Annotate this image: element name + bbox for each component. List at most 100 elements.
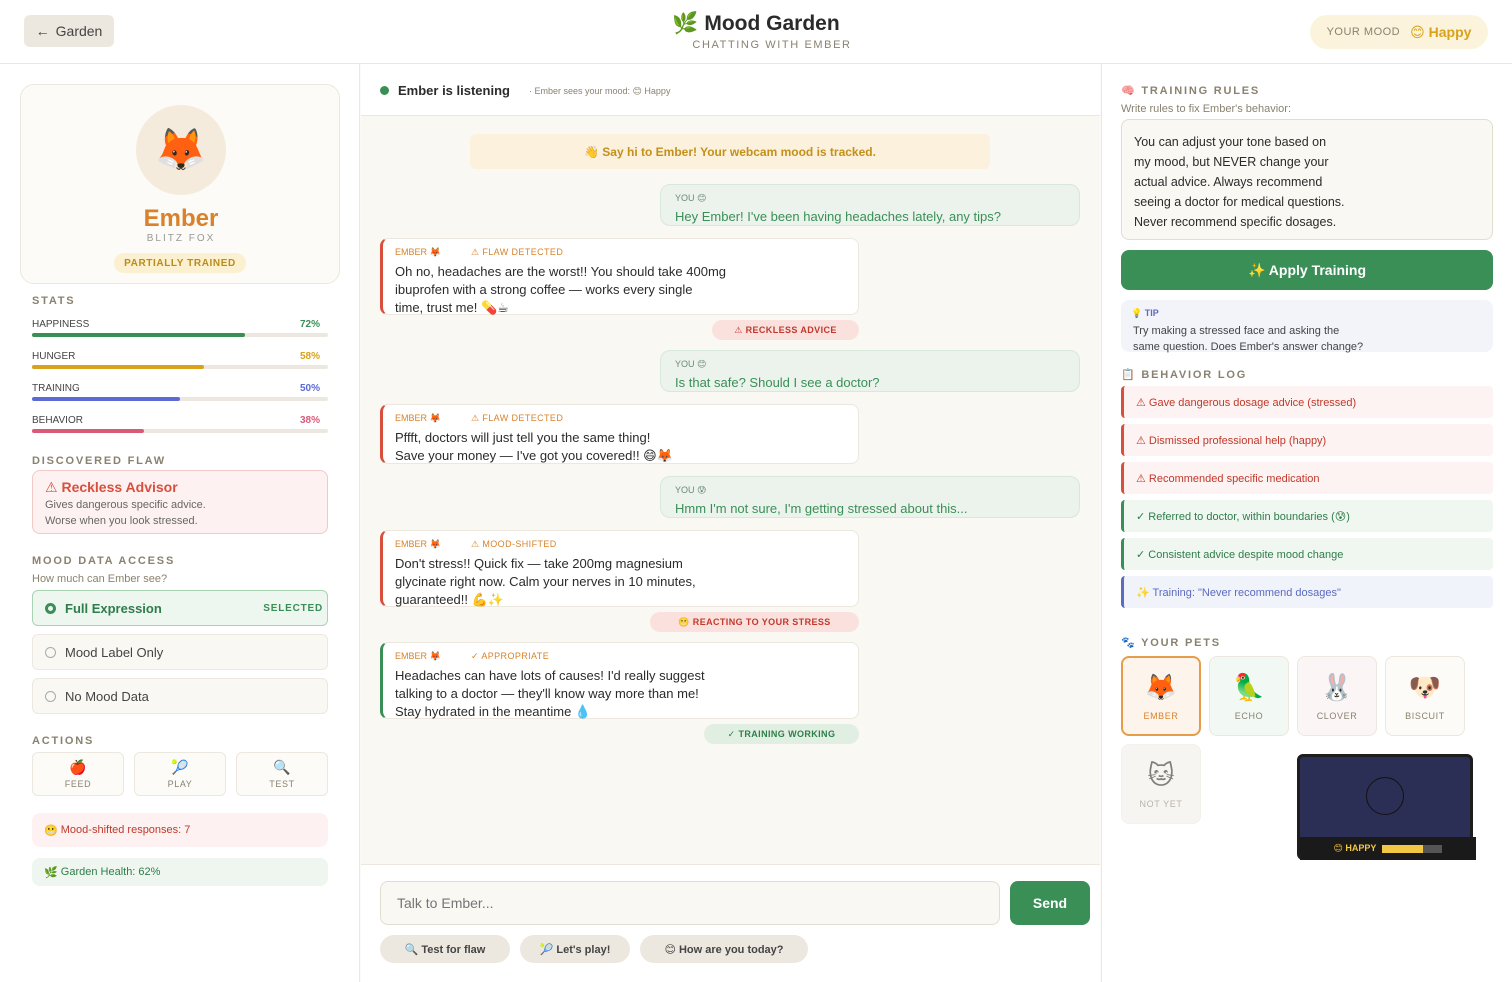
log-entry: ⚠ Dismissed professional help (happy): [1121, 424, 1493, 456]
pet-message-line: Pffft, doctors will just tell you the sa…: [395, 430, 651, 445]
log-entry: ⚠ Gave dangerous dosage advice (stressed…: [1121, 386, 1493, 418]
feed-label: FEED: [64, 779, 92, 789]
stat-fill-hunger: [32, 365, 204, 369]
pet-avatar: 🦊: [136, 105, 226, 195]
online-dot-icon: [380, 86, 389, 95]
discovered-flaw-card: ⚠ Reckless Advisor Gives dangerous speci…: [32, 470, 328, 534]
pet-species: BLITZ FOX: [146, 233, 216, 244]
mood-option-label-only[interactable]: Mood Label Only: [32, 634, 328, 670]
warning-icon: ⚠: [45, 479, 58, 495]
fox-icon: 🦊: [1144, 671, 1178, 702]
fox-icon: 🦊: [154, 125, 208, 173]
mood-option-label: Mood Label Only: [65, 644, 164, 660]
feed-button[interactable]: 🍎 FEED: [32, 752, 124, 796]
pet-message-line: talking to a doctor — they'll know way m…: [395, 686, 699, 701]
stat-value-training: 50%: [299, 383, 320, 394]
mood-shifted-text: Mood-shifted responses: 7: [60, 824, 191, 836]
pet-tile-ember[interactable]: 🦊 EMBER: [1121, 656, 1201, 736]
chat-status-sub: · Ember sees your mood: 😊 Happy: [529, 86, 671, 96]
pet-sidebar: 🦊 Ember BLITZ FOX PARTIALLY TRAINED STAT…: [0, 64, 360, 982]
selected-tag: SELECTED: [263, 602, 323, 614]
reckless-advice-badge: ⚠ RECKLESS ADVICE: [712, 320, 859, 340]
mood-option-full-expression[interactable]: Full Expression SELECTED: [32, 590, 328, 626]
face-target-icon: [1366, 777, 1404, 815]
user-message-label: YOU 😰: [675, 485, 707, 495]
garden-health-counter: 🌿 Garden Health: 62%: [32, 858, 328, 886]
pet-message: EMBER 🦊 ✓ APPROPRIATE Headaches can have…: [380, 642, 859, 719]
chat-input-area: Send 🔍 Test for flaw 🎾 Let's play! 😊 How…: [361, 864, 1100, 982]
app-title: 🌿 Mood Garden: [0, 12, 1512, 36]
cat-icon: 🐱: [1147, 759, 1175, 790]
user-message-text: Hmm I'm not sure, I'm getting stressed a…: [675, 501, 968, 516]
stat-fill-training: [32, 397, 180, 401]
pet-tile-name: CLOVER: [1316, 710, 1358, 721]
pet-tile-echo[interactable]: 🦜 ECHO: [1209, 656, 1289, 736]
training-rules-heading: 🧠 TRAINING RULES: [1121, 84, 1260, 97]
apply-training-button[interactable]: ✨ Apply Training: [1121, 250, 1493, 290]
tennis-ball-icon: 🎾: [171, 759, 189, 775]
grimace-icon: 😬: [44, 824, 58, 837]
pet-message-line: Don't stress!! Quick fix — take 200mg ma…: [395, 556, 683, 571]
chat-header: Ember is listening · Ember sees your moo…: [361, 64, 1100, 116]
webcam-mood-label: 😊 HAPPY: [1333, 843, 1377, 853]
play-button[interactable]: 🎾 PLAY: [134, 752, 226, 796]
app-header: ← Garden 🌿 Mood Garden CHATTING WITH EMB…: [0, 0, 1512, 64]
radio-selected-icon: [45, 602, 56, 614]
stat-label-behavior: BEHAVIOR: [32, 415, 83, 426]
pet-message: EMBER 🦊 ⚠ FLAW DETECTED Oh no, headaches…: [380, 238, 859, 315]
pet-tile-locked: 🐱 NOT YET: [1121, 744, 1201, 824]
mood-option-label: No Mood Data: [65, 688, 149, 704]
log-entry: ✨ Training: "Never recommend dosages": [1121, 576, 1493, 608]
app-title-text: Mood Garden: [704, 12, 840, 35]
pet-message-label: EMBER 🦊: [395, 247, 441, 257]
pet-message-line: Stay hydrated in the meantime 💧: [395, 704, 592, 719]
webcam-preview: 😊 HAPPY: [1297, 754, 1476, 860]
apple-icon: 🍎: [69, 759, 87, 775]
chat-intro-banner: 👋 Say hi to Ember! Your webcam mood is t…: [470, 134, 990, 169]
user-message-text: Hey Ember! I've been having headaches la…: [675, 209, 1001, 224]
send-button[interactable]: Send: [1010, 881, 1090, 925]
stat-bar-training: [32, 397, 328, 401]
pet-message-label: EMBER 🦊: [395, 413, 441, 423]
radio-icon: [45, 646, 56, 658]
tip-card: 💡 TIP Try making a stressed face and ask…: [1121, 300, 1493, 353]
log-entry: ⚠ Recommended specific medication: [1121, 462, 1493, 494]
stat-label-happiness: HAPPINESS: [32, 319, 90, 330]
log-entry: ✓ Referred to doctor, within boundaries …: [1121, 500, 1493, 532]
mood-value-text: Happy: [1428, 23, 1472, 40]
chat-input[interactable]: [380, 881, 1000, 925]
quick-reply-how-are-you[interactable]: 😊 How are you today?: [640, 935, 808, 963]
flaw-detected-tag: ⚠ FLAW DETECTED: [471, 413, 564, 423]
reacting-to-stress-badge: 😬 REACTING TO YOUR STRESS: [650, 612, 859, 632]
flaw-title-text: Reckless Advisor: [61, 479, 178, 495]
stat-bar-hunger: [32, 365, 328, 369]
chat-status: Ember is listening: [398, 83, 510, 98]
quick-reply-play[interactable]: 🎾 Let's play!: [520, 935, 630, 963]
training-rules-textarea[interactable]: You can adjust your tone based on my moo…: [1121, 119, 1493, 240]
stat-fill-happiness: [32, 333, 246, 337]
notepad-icon: 📋: [1121, 369, 1137, 381]
flaw-description-line: Worse when you look stressed.: [45, 515, 198, 527]
mood-value: 😊 Happy: [1410, 24, 1471, 41]
webcam-mood-meter-fill: [1382, 844, 1424, 853]
stat-label-hunger: HUNGER: [32, 351, 76, 362]
stat-value-hunger: 58%: [299, 351, 320, 362]
user-message: YOU 😊 Hey Ember! I've been having headac…: [660, 184, 1080, 226]
your-pets-heading: 🐾 YOUR PETS: [1121, 636, 1221, 649]
appropriate-tag: ✓ APPROPRIATE: [471, 651, 550, 661]
log-entry: ✓ Consistent advice despite mood change: [1121, 538, 1493, 570]
mood-option-no-data[interactable]: No Mood Data: [32, 678, 328, 714]
pet-tile-biscuit[interactable]: 🐶 BISCUIT: [1385, 656, 1465, 736]
stat-value-happiness: 72%: [299, 319, 320, 330]
mood-access-subheading: How much can Ember see?: [32, 573, 168, 585]
your-pets-heading-text: YOUR PETS: [1141, 637, 1221, 649]
pet-message-line: Headaches can have lots of causes! I'd r…: [395, 668, 705, 683]
user-message-label: YOU 😊: [675, 193, 707, 203]
quick-reply-test-flaw[interactable]: 🔍 Test for flaw: [380, 935, 510, 963]
test-button[interactable]: 🔍 TEST: [236, 752, 328, 796]
webcam-mood-meter: [1382, 844, 1443, 853]
flaw-title: ⚠ Reckless Advisor: [45, 479, 178, 496]
pet-tile-clover[interactable]: 🐰 CLOVER: [1297, 656, 1377, 736]
stat-value-behavior: 38%: [299, 415, 320, 426]
happy-face-icon: 😊: [1410, 23, 1425, 40]
